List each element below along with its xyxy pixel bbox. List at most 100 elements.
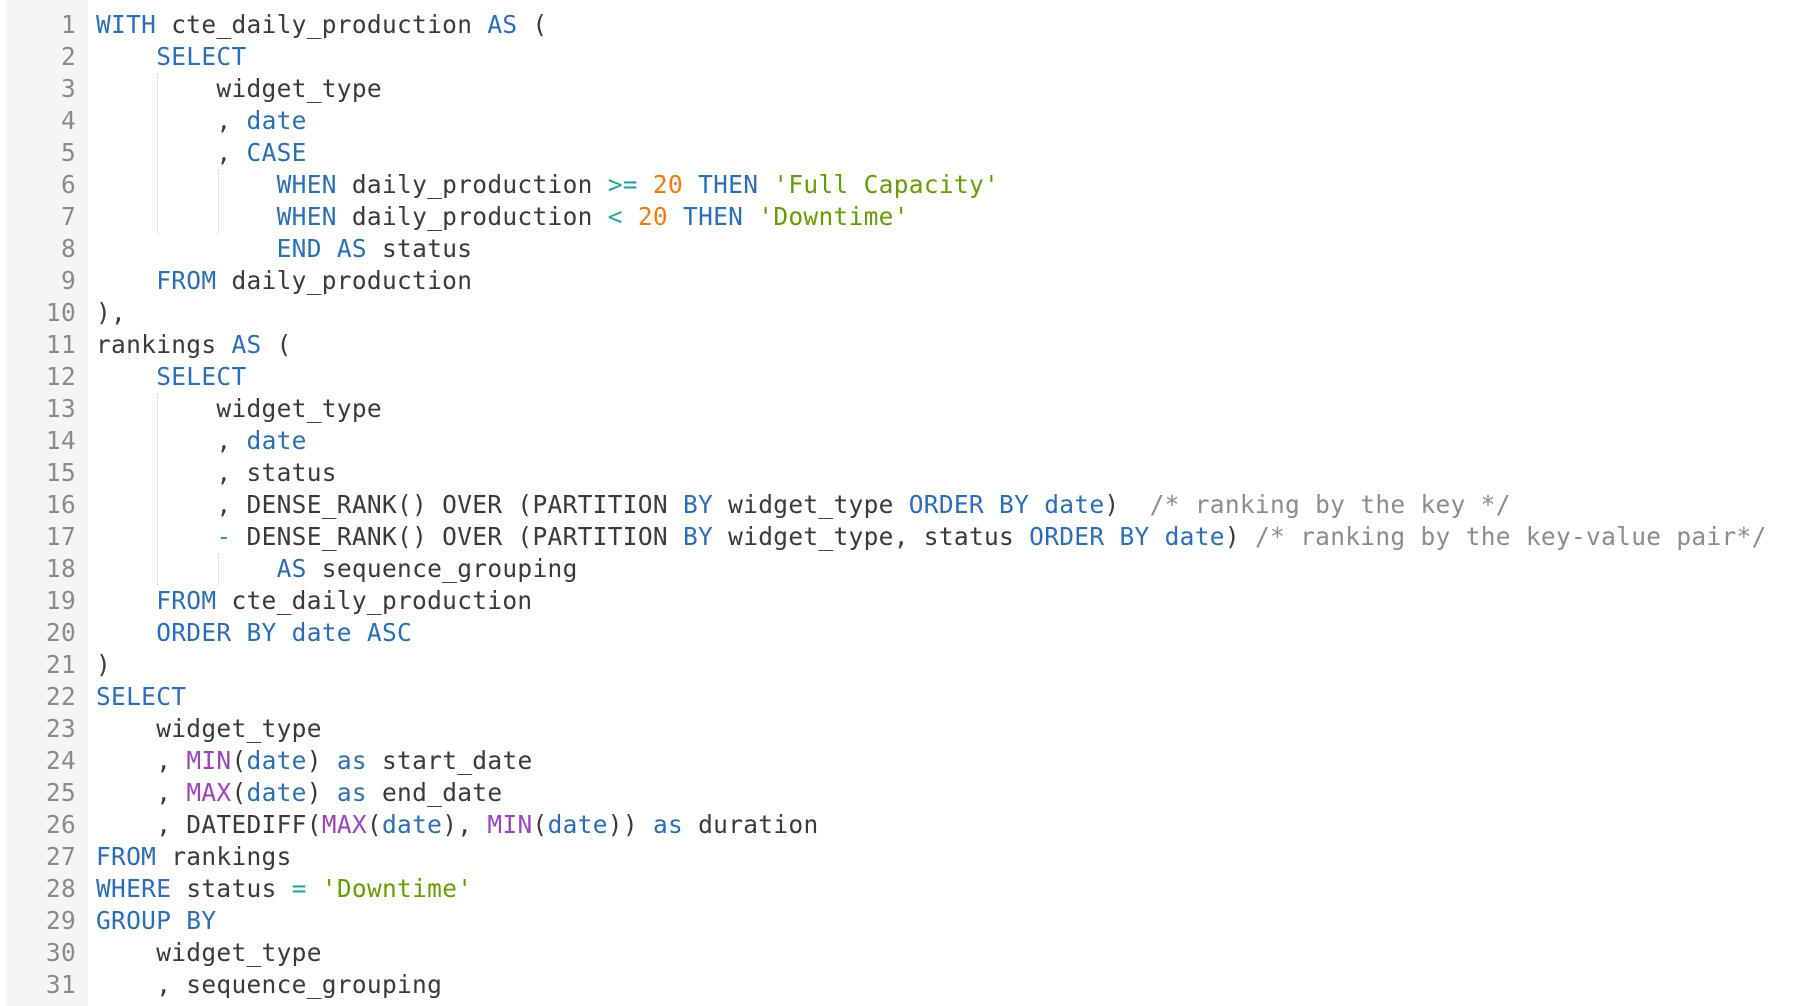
code-text: ( <box>517 10 548 39</box>
code-area[interactable]: 1 WITH cte_daily_production AS (2 SELECT 3… <box>0 9 1804 1001</box>
code-line[interactable]: 15 , status <box>0 457 1804 489</box>
code-editor[interactable]: 1 WITH cte_daily_production AS (2 SELECT 3… <box>0 0 1804 1006</box>
code-text: daily_production <box>336 202 608 231</box>
line-content: - DENSE_RANK() OVER (PARTITION BY widget… <box>96 521 1767 553</box>
code-text: ( <box>231 746 247 775</box>
keyword: CASE <box>246 138 307 167</box>
line-number: 16 <box>45 490 76 519</box>
code-text: cte_daily_production <box>156 10 488 39</box>
string-literal: 'Downtime' <box>321 874 473 903</box>
line-content: , MAX(date) as end_date <box>96 777 502 809</box>
code-line[interactable]: 6 WHEN daily_production >= 20 THEN 'Full… <box>0 169 1804 201</box>
keyword: WITH <box>96 10 157 39</box>
function-name: MAX <box>321 810 367 839</box>
code-line[interactable]: 8 END AS status <box>0 233 1804 265</box>
line-content: AS sequence_grouping <box>96 553 578 585</box>
keyword: date <box>1044 490 1105 519</box>
keyword: date <box>381 810 443 839</box>
code-text: daily_production <box>336 170 608 199</box>
line-content: END AS status <box>96 233 472 265</box>
code-line[interactable]: 11 rankings AS ( <box>0 329 1804 361</box>
line-content: ORDER BY date ASC <box>96 617 412 649</box>
keyword: BY <box>682 522 714 551</box>
code-line[interactable]: 26 , DATEDIFF(MAX(date), MIN(date)) as d… <box>0 809 1804 841</box>
line-number: 1 <box>60 10 76 39</box>
code-text: , <box>96 746 187 775</box>
code-text: DENSE_RANK() OVER (PARTITION <box>231 522 683 551</box>
line-number: 30 <box>45 938 76 967</box>
code-line[interactable]: 2 SELECT <box>0 41 1804 73</box>
code-text: , DENSE_RANK() OVER (PARTITION <box>96 490 683 519</box>
keyword: SELECT <box>156 42 247 71</box>
code-text: widget_type <box>713 490 909 519</box>
line-number: 2 <box>60 42 76 71</box>
code-line[interactable]: 19 FROM cte_daily_production <box>0 585 1804 617</box>
operator: < <box>607 202 623 231</box>
code-line[interactable]: 12 SELECT <box>0 361 1804 393</box>
code-line[interactable]: 21) <box>0 649 1804 681</box>
code-text: , <box>96 106 247 135</box>
line-number: 18 <box>45 554 76 583</box>
keyword: as <box>336 778 367 807</box>
comment: /* ranking by the key-value pair*/ <box>1254 522 1767 551</box>
code-text: , DATEDIFF( <box>96 810 322 839</box>
code-line[interactable]: 13 widget_type <box>0 393 1804 425</box>
line-content: , DENSE_RANK() OVER (PARTITION BY widget… <box>96 489 1511 521</box>
code-line[interactable]: 27 FROM rankings <box>0 841 1804 873</box>
code-line[interactable]: 1 WITH cte_daily_production AS ( <box>0 9 1804 41</box>
line-number: 4 <box>60 106 76 135</box>
code-line[interactable]: 28 WHERE status = 'Downtime' <box>0 873 1804 905</box>
code-line[interactable]: 25 , MAX(date) as end_date <box>0 777 1804 809</box>
code-text: widget_type <box>96 74 382 103</box>
code-line[interactable]: 29 GROUP BY <box>0 905 1804 937</box>
code-line[interactable]: 23 widget_type <box>0 713 1804 745</box>
code-line[interactable]: 22 SELECT <box>0 681 1804 713</box>
code-line[interactable]: 18 AS sequence_grouping <box>0 553 1804 585</box>
keyword: SELECT <box>156 362 247 391</box>
code-line[interactable]: 31 , sequence_grouping <box>0 969 1804 1001</box>
line-content: GROUP BY <box>96 905 216 937</box>
code-line[interactable]: 14 , date <box>0 425 1804 457</box>
line-content: widget_type <box>96 73 382 105</box>
code-text: )) <box>607 810 638 839</box>
number-literal: 20 <box>652 170 683 199</box>
string-literal: 'Downtime' <box>758 202 909 231</box>
code-line[interactable]: 17 - DENSE_RANK() OVER (PARTITION BY wid… <box>0 521 1804 553</box>
indent-guide <box>157 393 158 585</box>
code-line[interactable]: 16 , DENSE_RANK() OVER (PARTITION BY wid… <box>0 489 1804 521</box>
keyword: SELECT <box>96 682 187 711</box>
line-number: 24 <box>45 746 76 775</box>
code-line[interactable]: 4 , date <box>0 105 1804 137</box>
keyword: as <box>652 810 684 839</box>
code-line[interactable]: 24 , MIN(date) as start_date <box>0 745 1804 777</box>
code-line[interactable]: 10), <box>0 297 1804 329</box>
line-number: 21 <box>45 650 76 679</box>
code-line[interactable]: 9 FROM daily_production <box>0 265 1804 297</box>
keyword: AS <box>336 234 367 263</box>
code-line[interactable]: 5 , CASE <box>0 137 1804 169</box>
line-number: 10 <box>45 298 76 327</box>
code-line[interactable]: 30 widget_type <box>0 937 1804 969</box>
line-number: 26 <box>45 810 76 839</box>
code-line[interactable]: 3 widget_type <box>0 73 1804 105</box>
code-line[interactable]: 20 ORDER BY date ASC <box>0 617 1804 649</box>
code-text: status <box>171 874 292 903</box>
code-text: , <box>96 778 187 807</box>
line-number: 31 <box>45 970 76 999</box>
code-text: ), <box>442 810 488 839</box>
line-content: SELECT <box>96 361 247 393</box>
code-line[interactable]: 7 WHEN daily_production < 20 THEN 'Downt… <box>0 201 1804 233</box>
keyword: AS <box>487 10 518 39</box>
indent-guide <box>157 73 158 233</box>
line-content: ) <box>96 649 111 681</box>
line-content: , status <box>96 457 337 489</box>
